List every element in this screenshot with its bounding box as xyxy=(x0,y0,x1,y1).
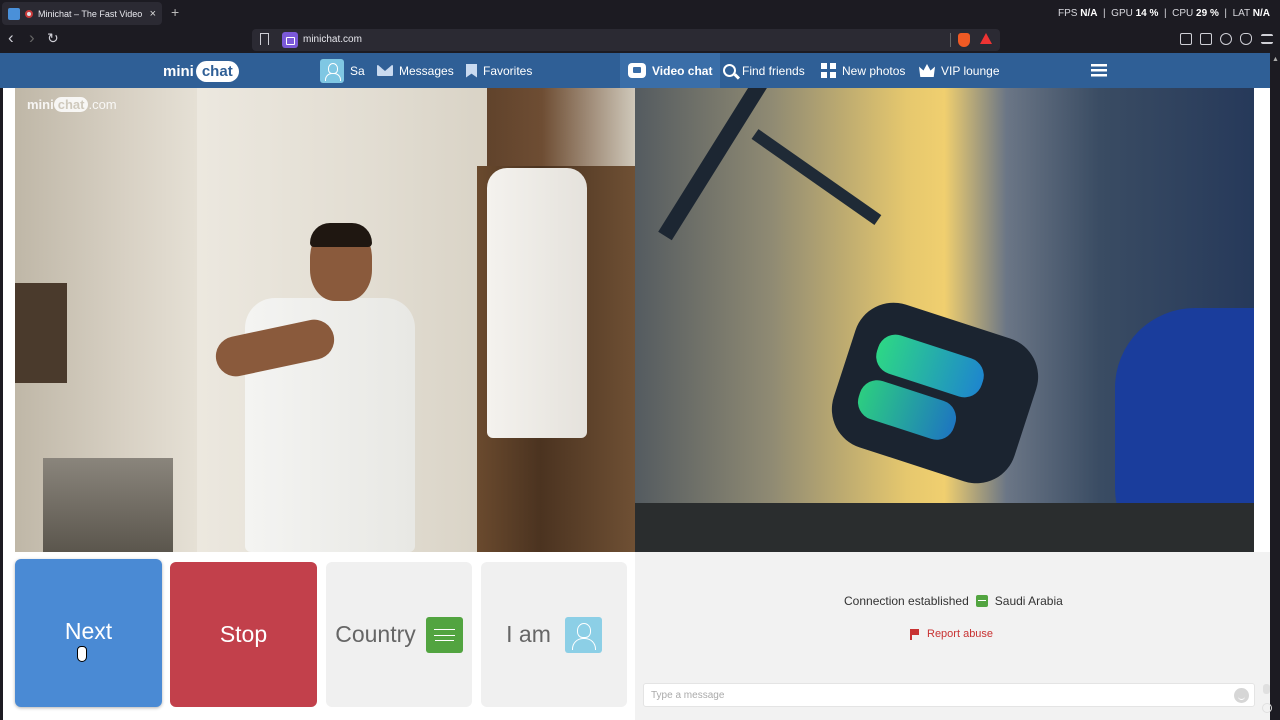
video-chat-icon xyxy=(628,63,646,78)
bookmark-icon xyxy=(466,63,477,78)
address-divider xyxy=(950,33,951,47)
self-video xyxy=(635,88,1254,552)
country-button[interactable]: Country xyxy=(326,562,472,707)
emoji-icon[interactable] xyxy=(1234,688,1249,703)
microphone-image xyxy=(821,292,1049,494)
page-scrollbar[interactable]: ▲ xyxy=(1270,53,1280,720)
report-abuse-link[interactable]: Report abuse xyxy=(910,628,993,640)
next-button[interactable]: Next xyxy=(15,559,162,707)
nav-new-photos[interactable]: New photos xyxy=(821,53,905,88)
sidebar-icon[interactable] xyxy=(1180,33,1192,45)
wallet-icon[interactable] xyxy=(1200,33,1212,45)
search-icon xyxy=(723,64,736,77)
extensions-icon[interactable] xyxy=(1220,33,1232,45)
video-watermark-logo: mini chat .com xyxy=(27,97,117,112)
bookmark-icon[interactable] xyxy=(260,33,269,45)
connection-status: Connection established Saudi Arabia xyxy=(844,594,1063,608)
flag-icon xyxy=(910,628,919,640)
partner-person xyxy=(212,223,415,552)
forward-button[interactable]: › xyxy=(29,28,35,48)
performance-readout: FPS N/A | GPU 14 % | CPU 29 % | LAT N/A xyxy=(1057,8,1270,19)
recording-indicator-icon xyxy=(25,9,33,18)
user-icon xyxy=(564,616,602,653)
new-tab-button[interactable]: + xyxy=(171,4,179,20)
hamburger-menu-icon[interactable] xyxy=(1091,64,1107,77)
reload-button[interactable]: ↻ xyxy=(47,30,59,47)
nav-video-chat[interactable]: Video chat xyxy=(620,53,721,88)
download-icon[interactable] xyxy=(1262,703,1272,713)
vpn-shield-icon[interactable] xyxy=(1240,33,1252,45)
back-button[interactable]: ‹ xyxy=(8,28,14,48)
saudi-flag-icon xyxy=(425,616,463,653)
stop-button[interactable]: Stop xyxy=(170,562,317,707)
browser-menu-icon[interactable] xyxy=(1261,34,1273,44)
partner-country: Saudi Arabia xyxy=(994,594,1063,608)
nav-messages[interactable]: Messages xyxy=(377,53,454,88)
browser-tabbar: Minichat – The Fast Video Ch × + FPS N/A… xyxy=(0,0,1280,27)
tab-close-icon[interactable]: × xyxy=(150,8,156,20)
microphone-icon[interactable] xyxy=(1263,684,1270,694)
message-input[interactable] xyxy=(643,683,1255,707)
photo-grid-icon xyxy=(821,63,836,78)
browser-tab[interactable]: Minichat – The Fast Video Ch × xyxy=(2,2,162,25)
envelope-icon xyxy=(377,65,393,76)
profile-link[interactable]: Sa xyxy=(320,53,365,88)
minichat-logo[interactable]: mini chat xyxy=(163,58,239,84)
nav-favorites[interactable]: Favorites xyxy=(466,53,532,88)
brave-shields-icon[interactable] xyxy=(958,33,970,47)
partner-video xyxy=(15,88,635,552)
saudi-flag-icon xyxy=(975,595,988,607)
gender-button[interactable]: I am xyxy=(481,562,627,707)
minichat-favicon-icon xyxy=(8,7,20,20)
user-avatar-icon xyxy=(320,58,344,83)
profile-name: Sa xyxy=(350,63,365,78)
browser-toolbar: ‹ › ↻ minichat.com xyxy=(0,27,1280,53)
nav-find-friends[interactable]: Find friends xyxy=(723,53,805,88)
crown-icon xyxy=(919,64,935,77)
site-header: mini chat Sa Messages Favorites Video ch… xyxy=(0,53,1270,88)
address-bar[interactable]: minichat.com xyxy=(252,29,1000,51)
url-text[interactable]: minichat.com xyxy=(303,34,362,45)
brave-rewards-icon[interactable] xyxy=(980,33,992,44)
tab-title: Minichat – The Fast Video Ch xyxy=(38,8,145,19)
nav-vip-lounge[interactable]: VIP lounge xyxy=(919,53,1000,88)
site-info-icon[interactable] xyxy=(282,32,298,48)
mouse-cursor-icon xyxy=(77,646,87,662)
